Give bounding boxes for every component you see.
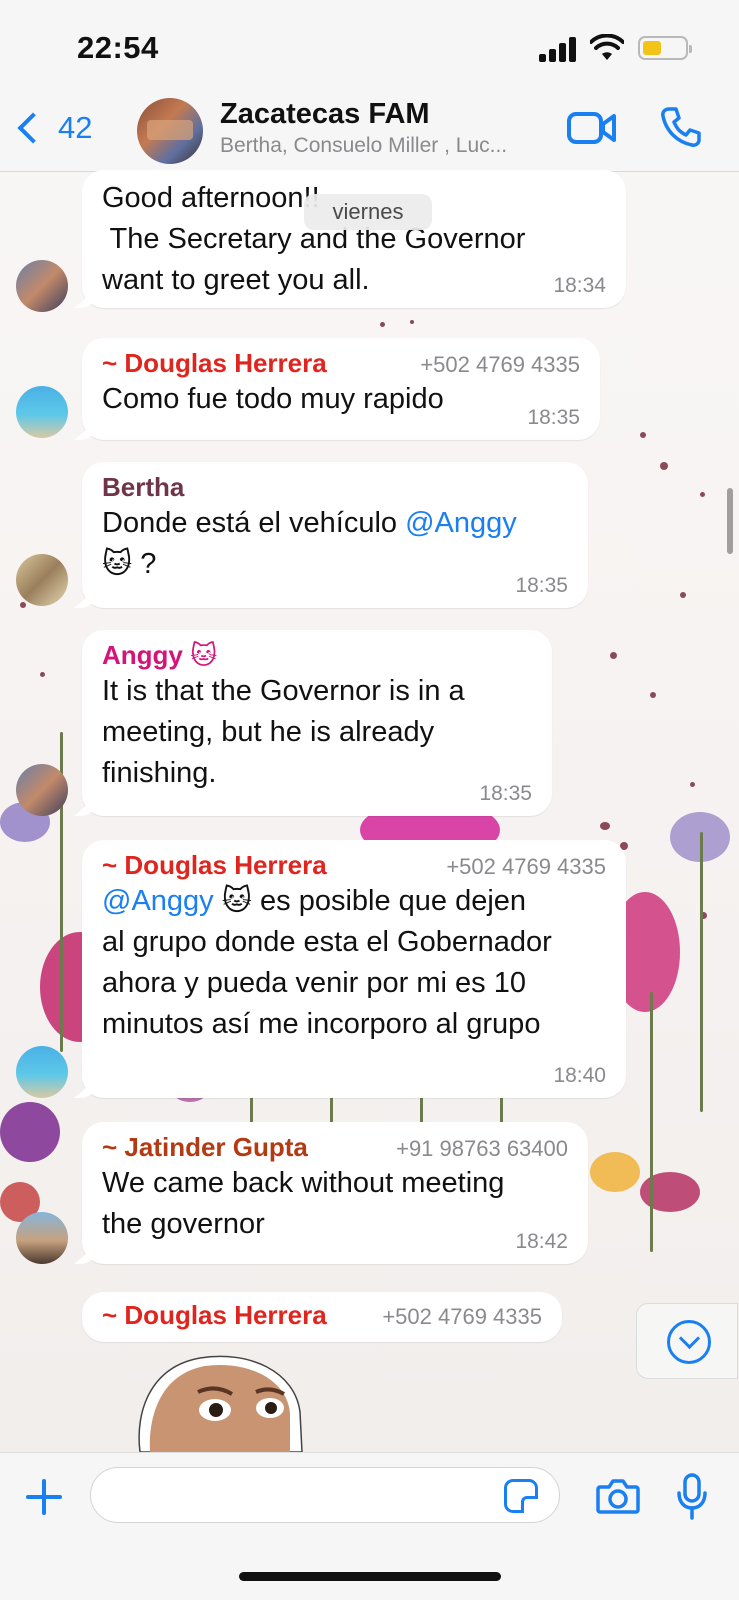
sender-name[interactable]: ~ Jatinder Gupta bbox=[102, 1132, 308, 1163]
message-input[interactable] bbox=[90, 1467, 560, 1523]
avatar[interactable] bbox=[16, 1212, 68, 1264]
message-bubble[interactable]: ~ Douglas Herrera +502 4769 4335 Como fu… bbox=[74, 338, 600, 440]
message-time: 18:35 bbox=[479, 782, 532, 805]
chat-members[interactable]: Bertha, Consuelo Miller , Luc... bbox=[220, 134, 550, 158]
back-chevron-icon bbox=[17, 112, 49, 144]
battery-icon bbox=[638, 36, 692, 60]
sender-phone: +502 4769 4335 bbox=[446, 854, 606, 879]
unread-count: 42 bbox=[58, 110, 93, 145]
avatar[interactable] bbox=[16, 386, 68, 438]
sticker-icon[interactable] bbox=[504, 1479, 538, 1513]
mention-link[interactable]: @Anggy bbox=[102, 885, 214, 917]
sender-phone: +91 98763 63400 bbox=[396, 1136, 568, 1161]
avatar[interactable] bbox=[16, 554, 68, 606]
message-text: Donde está el vehículo bbox=[102, 507, 406, 539]
avatar[interactable] bbox=[16, 1046, 68, 1098]
sender-phone: +502 4769 4335 bbox=[382, 1304, 542, 1329]
sender-name[interactable]: Bertha bbox=[102, 472, 184, 503]
mic-icon[interactable] bbox=[676, 1473, 708, 1521]
message-time: 18:35 bbox=[527, 406, 580, 429]
plus-icon[interactable] bbox=[24, 1477, 64, 1517]
message-text-line: finishing. bbox=[102, 757, 217, 789]
mention-link[interactable]: @Anggy bbox=[405, 507, 517, 539]
camera-icon[interactable] bbox=[596, 1477, 640, 1515]
day-divider: viernes bbox=[304, 194, 432, 230]
message-text-line: minutos así me incorporo al grupo bbox=[102, 1008, 541, 1040]
sender-name[interactable]: Anggy 🐱 bbox=[102, 640, 217, 671]
message-text-line: We came back without meeting bbox=[102, 1167, 505, 1199]
message-bubble[interactable]: Good afternoon!! The Secretary and the G… bbox=[74, 170, 626, 308]
sender-name[interactable]: ~ Douglas Herrera bbox=[102, 348, 327, 379]
home-indicator[interactable] bbox=[239, 1572, 501, 1581]
avatar[interactable] bbox=[16, 764, 68, 816]
message-time: 18:40 bbox=[553, 1064, 606, 1087]
scroll-down-icon bbox=[667, 1320, 711, 1364]
cellular-signal-icon bbox=[539, 36, 579, 62]
message-time: 18:35 bbox=[515, 574, 568, 597]
sender-phone: +502 4769 4335 bbox=[420, 352, 580, 377]
message-bubble[interactable]: Anggy 🐱 It is that the Governor is in a … bbox=[74, 630, 552, 816]
message-text-line: meeting, but he is already bbox=[102, 716, 435, 748]
message-bubble[interactable]: ~ Douglas Herrera +502 4769 4335 @Anggy … bbox=[74, 840, 626, 1098]
message-bubble[interactable]: ~ Jatinder Gupta +91 98763 63400 We came… bbox=[74, 1122, 588, 1264]
scroll-down-button[interactable] bbox=[636, 1303, 738, 1379]
message-bubble[interactable]: ~ Douglas Herrera +502 4769 4335 bbox=[82, 1292, 562, 1342]
chat-header: 42 Zacatecas FAM Bertha, Consuelo Miller… bbox=[0, 96, 739, 172]
phone-call-icon[interactable] bbox=[660, 106, 702, 148]
scroll-indicator[interactable] bbox=[727, 488, 733, 554]
avatar[interactable] bbox=[16, 260, 68, 312]
sender-name[interactable]: ~ Douglas Herrera bbox=[102, 1300, 327, 1331]
status-time: 22:54 bbox=[77, 30, 159, 65]
sticker-image[interactable] bbox=[120, 1352, 310, 1452]
video-call-icon[interactable] bbox=[567, 110, 617, 146]
message-text: 🐱 ? bbox=[102, 548, 157, 580]
message-bubble[interactable]: Bertha Donde está el vehículo @Anggy 🐱 ?… bbox=[74, 462, 588, 608]
message-text-line: want to greet you all. bbox=[102, 264, 370, 296]
message-text-line: ahora y pueda venir por mi es 10 bbox=[102, 967, 526, 999]
message-time: 18:34 bbox=[553, 274, 606, 297]
message-text-line: the governor bbox=[102, 1208, 265, 1240]
status-bar: 22:54 bbox=[0, 0, 739, 96]
wifi-icon bbox=[590, 34, 624, 60]
message-text: 🐱 es posible que dejen bbox=[213, 885, 527, 917]
message-text: Como fue todo muy rapido bbox=[102, 383, 444, 415]
group-avatar[interactable] bbox=[137, 98, 203, 164]
message-text-line: It is that the Governor is in a bbox=[102, 675, 465, 707]
sender-name[interactable]: ~ Douglas Herrera bbox=[102, 850, 327, 881]
back-button[interactable]: 42 bbox=[14, 108, 92, 148]
message-time: 18:42 bbox=[515, 1230, 568, 1253]
chat-title[interactable]: Zacatecas FAM bbox=[220, 98, 430, 131]
message-text-line: al grupo donde esta el Gobernador bbox=[102, 926, 552, 958]
